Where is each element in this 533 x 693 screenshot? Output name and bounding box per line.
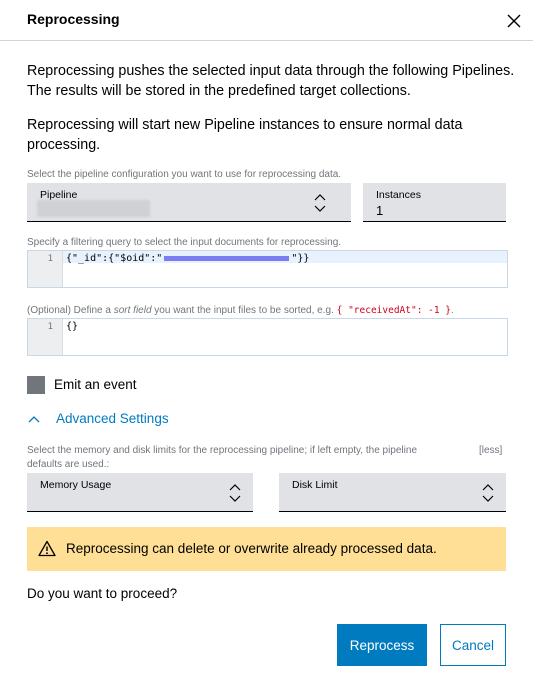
chevron-up-down-icon — [314, 194, 326, 212]
intro-paragraph-2: Reprocessing will start new Pipeline ins… — [27, 117, 463, 153]
cancel-button[interactable]: Cancel — [440, 624, 506, 666]
instances-label: Instances — [376, 189, 421, 201]
sort-field-editor[interactable]: 1 {} — [27, 318, 508, 356]
instances-value: 1 — [376, 203, 384, 218]
line-number: 1 — [47, 322, 53, 332]
emit-event-label: Emit an event — [54, 377, 137, 392]
sort-hint-middle: you want the input files to be sorted, e… — [151, 305, 337, 316]
sort-hint-prefix: (Optional) Define a — [27, 305, 114, 316]
editor-gutter: 1 — [28, 319, 63, 355]
memory-usage-label: Memory Usage — [40, 479, 112, 491]
chevron-up-down-icon — [229, 484, 241, 502]
filter-hint: Specify a filtering query to select the … — [27, 237, 342, 248]
warning-text: Reprocessing can delete or overwrite alr… — [66, 541, 437, 556]
editor-gutter: 1 — [28, 251, 63, 287]
instances-field[interactable]: Instances 1 — [363, 183, 506, 222]
sort-hint-code: { "receivedAt": -1 } — [336, 305, 452, 316]
less-link[interactable]: [less] — [479, 445, 502, 456]
advanced-hint-line2: defaults are used.: — [27, 459, 110, 470]
filter-query-editor[interactable]: 1 {"_id":{"$oid":" "}} — [27, 250, 508, 288]
sort-hint-emphasis: sort field — [113, 305, 152, 316]
sort-code: {} — [66, 321, 79, 332]
chevron-up-icon — [28, 416, 40, 423]
filter-code-prefix: {"_id":{"$oid":" — [66, 253, 163, 264]
reprocess-button[interactable]: Reprocess — [337, 624, 427, 666]
pipeline-select[interactable]: Pipeline — [27, 183, 351, 222]
dialog-header: Reprocessing — [0, 0, 533, 41]
warning-icon — [38, 540, 56, 557]
disk-limit-select[interactable]: Disk Limit — [279, 473, 506, 512]
sort-hint-suffix: . — [451, 305, 454, 316]
filter-code: {"_id":{"$oid":" "}} — [66, 253, 309, 264]
memory-usage-select[interactable]: Memory Usage — [27, 473, 253, 512]
disk-limit-label: Disk Limit — [292, 479, 338, 491]
pipeline-hint: Select the pipeline configuration you wa… — [27, 169, 342, 180]
dialog-title: Reprocessing — [27, 11, 120, 27]
chevron-up-down-icon — [482, 484, 494, 502]
warning-banner: Reprocessing can delete or overwrite alr… — [27, 527, 506, 571]
close-icon[interactable] — [504, 11, 524, 31]
line-number: 1 — [47, 254, 53, 264]
filter-code-suffix: "}} — [291, 253, 310, 264]
sort-hint: (Optional) Define a sort field you want … — [27, 305, 454, 316]
proceed-question: Do you want to proceed? — [27, 586, 178, 601]
pipeline-value-redacted — [37, 200, 150, 217]
advanced-hint-line1: Select the memory and disk limits for th… — [27, 445, 417, 456]
advanced-settings-label: Advanced Settings — [56, 411, 169, 426]
emit-event-checkbox[interactable] — [27, 376, 45, 394]
redacted-id — [164, 255, 290, 261]
intro-paragraph-1: Reprocessing pushes the selected input d… — [27, 63, 515, 99]
